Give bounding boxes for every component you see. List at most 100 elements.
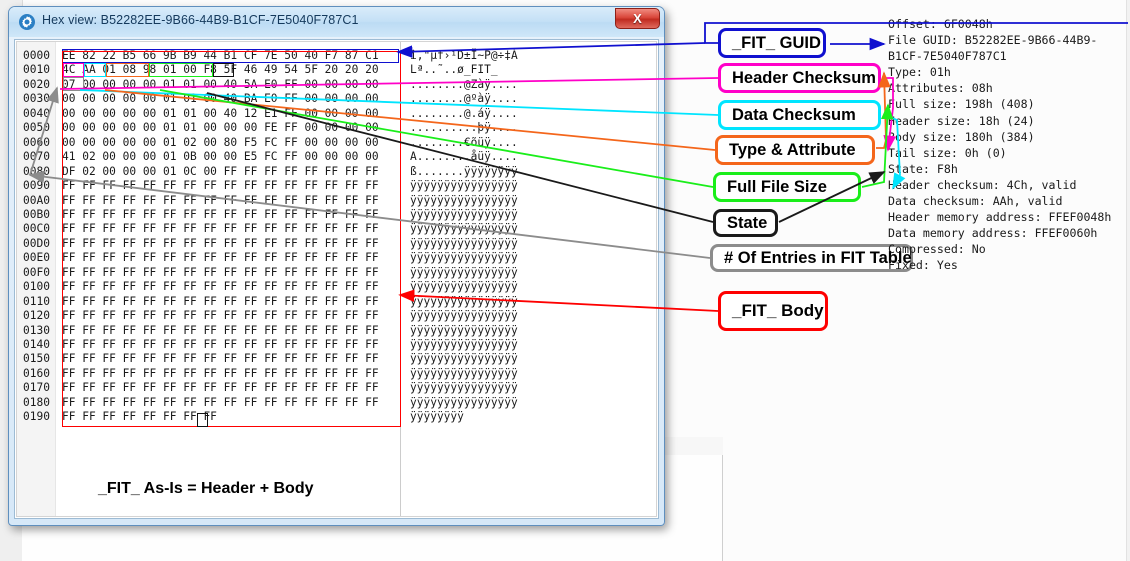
hex-ascii[interactable]: ß.......ÿÿÿÿÿÿÿÿ (410, 165, 518, 178)
info-line: Body size: 180h (384) (888, 129, 1035, 144)
hex-ascii[interactable]: ........@ºàÿ.... (410, 92, 518, 105)
hex-offset: 00F0 (23, 265, 50, 279)
hex-offset: 0000 (23, 49, 50, 62)
hex-bytes[interactable]: 00 00 00 00 00 01 01 00 40 12 E1 FF 00 0… (62, 107, 379, 120)
hex-ascii-divider (400, 42, 401, 516)
info-line: Header memory address: FFEF0048h (888, 210, 1112, 225)
callout-entries-in-fit-table[interactable]: # Of Entries in FIT Table (710, 244, 913, 272)
callout-label: Full File Size (727, 177, 827, 196)
hex-offset: 00D0 (23, 236, 50, 250)
hex-ascii[interactable]: ÿÿÿÿÿÿÿÿÿÿÿÿÿÿÿÿ (410, 237, 518, 250)
hex-offset: 0010 (23, 63, 50, 77)
hex-ascii[interactable]: ÿÿÿÿÿÿÿÿÿÿÿÿÿÿÿÿ (410, 179, 518, 192)
callout-state[interactable]: State (713, 209, 778, 237)
callout-label: State (727, 213, 768, 232)
hex-ascii[interactable]: ÿÿÿÿÿÿÿÿÿÿÿÿÿÿÿÿ (410, 194, 518, 207)
hex-bytes[interactable]: 41 02 00 00 00 01 0B 00 00 E5 FC FF 00 0… (62, 150, 379, 163)
hex-bytes[interactable]: FF FF FF FF FF FF FF FF (62, 410, 217, 423)
hex-ascii[interactable]: ÿÿÿÿÿÿÿÿÿÿÿÿÿÿÿÿ (410, 367, 518, 380)
close-button[interactable]: X (615, 8, 660, 29)
hex-bytes[interactable]: FF FF FF FF FF FF FF FF FF FF FF FF FF F… (62, 179, 379, 192)
info-line: Fixed: Yes (888, 258, 958, 273)
hex-ascii[interactable]: ÿÿÿÿÿÿÿÿÿÿÿÿÿÿÿÿ (410, 309, 518, 322)
hex-bytes[interactable]: FF FF FF FF FF FF FF FF FF FF FF FF FF F… (62, 237, 379, 250)
hex-view-inner: 0000 EE 82 22 B5 66 9B B9 44 B1 CF 7E 50 … (16, 41, 657, 517)
hex-view-client-area: 0000 EE 82 22 B5 66 9B B9 44 B1 CF 7E 50 … (14, 39, 659, 519)
hex-ascii[interactable]: ........€õüÿ.... (410, 136, 518, 149)
hex-bytes[interactable]: FF FF FF FF FF FF FF FF FF FF FF FF FF F… (62, 280, 379, 293)
hex-ascii[interactable]: ÿÿÿÿÿÿÿÿ (410, 410, 464, 423)
hex-offset: 00C0 (23, 222, 50, 236)
hex-ascii[interactable]: ÿÿÿÿÿÿÿÿÿÿÿÿÿÿÿÿ (410, 295, 518, 308)
hex-bytes[interactable]: FF FF FF FF FF FF FF FF FF FF FF FF FF F… (62, 295, 379, 308)
hex-ascii[interactable]: î‚"µf›¹D±Ï~P@÷‡Á (410, 49, 518, 62)
hex-bytes[interactable]: FF FF FF FF FF FF FF FF FF FF FF FF FF F… (62, 266, 379, 279)
hex-ascii[interactable]: ÿÿÿÿÿÿÿÿÿÿÿÿÿÿÿÿ (410, 396, 518, 409)
info-line: State: F8h (888, 161, 958, 176)
callout-full-file-size[interactable]: Full File Size (713, 172, 861, 202)
hex-ascii[interactable]: ÿÿÿÿÿÿÿÿÿÿÿÿÿÿÿÿ (410, 352, 518, 365)
hex-ascii[interactable]: ÿÿÿÿÿÿÿÿÿÿÿÿÿÿÿÿ (410, 266, 518, 279)
hex-ascii[interactable]: ÿÿÿÿÿÿÿÿÿÿÿÿÿÿÿÿ (410, 222, 518, 235)
hex-bytes[interactable]: 00 00 00 00 00 01 01 00 00 00 FE FF 00 0… (62, 121, 379, 134)
hex-ascii[interactable]: ÿÿÿÿÿÿÿÿÿÿÿÿÿÿÿÿ (410, 280, 518, 293)
info-line: File GUID: B52282EE-9B66-44B9- (888, 33, 1098, 48)
hex-bytes[interactable]: 00 00 00 00 00 01 02 00 80 F5 FC FF 00 0… (62, 136, 379, 149)
hex-ascii[interactable]: A........åüÿ.... (410, 150, 518, 163)
hex-ascii[interactable]: Lª..˜..ø_FIT_ (410, 63, 518, 76)
hex-ascii[interactable]: ÿÿÿÿÿÿÿÿÿÿÿÿÿÿÿÿ (410, 324, 518, 337)
info-line: Type: 01h (888, 65, 951, 80)
hex-offset: 00E0 (23, 251, 50, 265)
hex-ascii[interactable]: ÿÿÿÿÿÿÿÿÿÿÿÿÿÿÿÿ (410, 381, 518, 394)
info-line: B1CF-7E5040F787C1 (888, 49, 1007, 64)
hex-bytes[interactable]: FF FF FF FF FF FF FF FF FF FF FF FF FF F… (62, 381, 379, 394)
hex-ascii[interactable]: ........@.áÿ.... (410, 107, 518, 120)
hex-bytes[interactable]: 4C AA 01 08 98 01 00 F8 5F 46 49 54 5F 2… (62, 63, 379, 76)
hex-offset: 0130 (23, 323, 50, 337)
hex-bytes[interactable]: 00 00 00 00 00 01 01 00 40 BA E0 FF 00 0… (62, 92, 379, 105)
hex-ascii[interactable]: ÿÿÿÿÿÿÿÿÿÿÿÿÿÿÿÿ (410, 208, 518, 221)
hex-offset: 0080 (23, 164, 50, 178)
hex-bytes[interactable]: FF FF FF FF FF FF FF FF FF FF FF FF FF F… (62, 324, 379, 337)
hex-ascii[interactable]: ........@Zàÿ.... (410, 78, 518, 91)
hex-bytes[interactable]: 07 00 00 00 00 01 01 00 40 5A E0 FF 00 0… (62, 78, 379, 91)
hex-bytes[interactable]: FF FF FF FF FF FF FF FF FF FF FF FF FF F… (62, 309, 379, 322)
info-line: Header size: 18h (24) (888, 113, 1035, 128)
hex-offset: 0120 (23, 309, 50, 323)
window-titlebar[interactable]: Hex view: B52282EE-9B66-44B9-B1CF-7E5040… (9, 7, 664, 37)
hex-offset: 0090 (23, 179, 50, 193)
hex-bytes[interactable]: FF FF FF FF FF FF FF FF FF FF FF FF FF F… (62, 352, 379, 365)
hex-offset: 0050 (23, 121, 50, 135)
hex-offset: 0190 (23, 410, 50, 424)
hex-bytes[interactable]: FF FF FF FF FF FF FF FF FF FF FF FF FF F… (62, 251, 379, 264)
hex-offset: 0170 (23, 381, 50, 395)
callout-label: # Of Entries in FIT Table (724, 248, 912, 267)
hex-offset: 0150 (23, 352, 50, 366)
callout-data-checksum[interactable]: Data Checksum (718, 100, 881, 130)
hex-offset: 0110 (23, 294, 50, 308)
hex-bytes[interactable]: FF FF FF FF FF FF FF FF FF FF FF FF FF F… (62, 338, 379, 351)
hex-ascii[interactable]: ÿÿÿÿÿÿÿÿÿÿÿÿÿÿÿÿ (410, 338, 518, 351)
hex-offset: 0070 (23, 150, 50, 164)
callout-header-checksum[interactable]: Header Checksum (718, 63, 881, 93)
hex-offset: 0160 (23, 366, 50, 380)
callout-label: _FIT_ Body (732, 301, 824, 320)
hex-bytes[interactable]: FF FF FF FF FF FF FF FF FF FF FF FF FF F… (62, 194, 379, 207)
hex-bytes[interactable]: EE 82 22 B5 66 9B B9 44 B1 CF 7E 50 40 F… (62, 49, 379, 62)
callout-type-attribute[interactable]: Type & Attribute (715, 135, 875, 165)
callout-fit-guid[interactable]: _FIT_ GUID (718, 28, 826, 58)
hex-offset: 0020 (23, 77, 50, 91)
hex-bytes[interactable]: FF FF FF FF FF FF FF FF FF FF FF FF FF F… (62, 367, 379, 380)
hex-ascii[interactable]: ..........þÿ.... (410, 121, 518, 134)
hex-view-window[interactable]: Hex view: B52282EE-9B66-44B9-B1CF-7E5040… (8, 6, 665, 526)
hex-bytes[interactable]: DF 02 00 00 00 01 0C 00 FF FF FF FF FF F… (62, 165, 379, 178)
file-info-panel: Offset: 6F0048h File GUID: B52282EE-9B66-… (888, 16, 1128, 274)
hex-ascii[interactable]: ÿÿÿÿÿÿÿÿÿÿÿÿÿÿÿÿ (410, 251, 518, 264)
callout-label: Data Checksum (732, 105, 856, 124)
hex-bytes[interactable]: FF FF FF FF FF FF FF FF FF FF FF FF FF F… (62, 222, 379, 235)
hex-offset: 0100 (23, 280, 50, 294)
callout-fit-body[interactable]: _FIT_ Body (718, 291, 828, 331)
hex-bytes[interactable]: FF FF FF FF FF FF FF FF FF FF FF FF FF F… (62, 208, 379, 221)
info-line: Data memory address: FFEF0060h (888, 226, 1098, 241)
hex-bytes[interactable]: FF FF FF FF FF FF FF FF FF FF FF FF FF F… (62, 396, 379, 409)
